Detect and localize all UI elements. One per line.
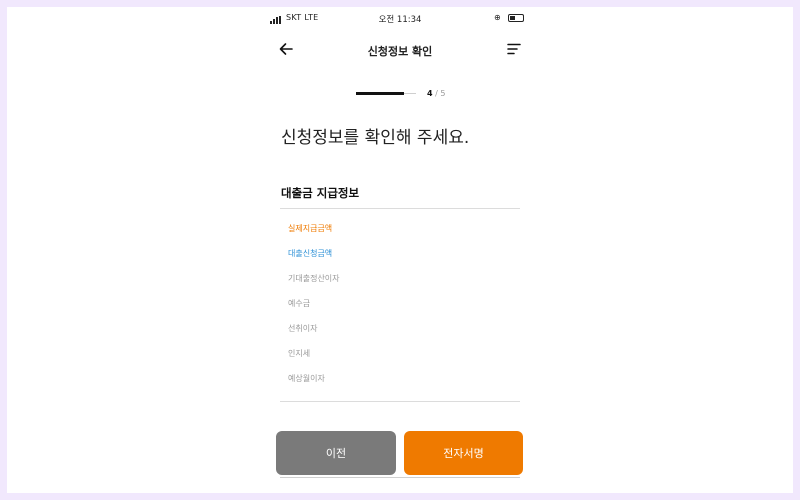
app-header: 신청정보 확인	[268, 35, 532, 65]
total-steps: 5	[440, 89, 446, 98]
step-indicator: 4 / 5	[427, 89, 445, 98]
bottom-divider	[280, 477, 520, 478]
step-progress: 4 / 5	[356, 89, 446, 101]
prev-button[interactable]: 이전	[276, 431, 396, 475]
page-title: 신청정보 확인	[367, 45, 433, 58]
section-divider-bottom	[280, 401, 520, 402]
status-icons: ⊕	[494, 13, 524, 23]
list-item-actual-payment: 실제지급금액	[288, 224, 333, 233]
list-item-stamp-tax: 인지세	[288, 349, 311, 358]
list-item-requested-amount: 대출신청금액	[288, 249, 333, 258]
list-item-expected-monthly-interest: 예상월이자	[288, 374, 325, 383]
battery-icon	[508, 14, 524, 22]
list-item-prepaid-interest: 선취이자	[288, 324, 318, 333]
phone-screen: SKT LTE 오전 11:34 ⊕ 신청정보 확인 4 / 5 신청정보를 확…	[268, 7, 532, 493]
status-time: 오전 11:34	[378, 15, 422, 25]
rotation-lock-icon: ⊕	[494, 13, 501, 22]
status-bar: SKT LTE 오전 11:34 ⊕	[268, 7, 532, 31]
payment-info-list: 실제지급금액 대출신청금액 기대출정산이자 예수금 선취이자 인지세 예상월이자	[288, 221, 340, 396]
menu-button[interactable]	[506, 41, 522, 57]
list-item-existing-loan-interest: 기대출정산이자	[288, 274, 340, 283]
section-title: 대출금 지급정보	[281, 186, 360, 200]
list-item-deposit: 예수금	[288, 299, 311, 308]
e-signature-button[interactable]: 전자서명	[404, 431, 523, 475]
page-heading: 신청정보를 확인해 주세요.	[281, 128, 470, 148]
progress-fill	[356, 92, 404, 95]
section-divider-top	[280, 208, 520, 209]
hamburger-menu-icon	[507, 43, 521, 55]
